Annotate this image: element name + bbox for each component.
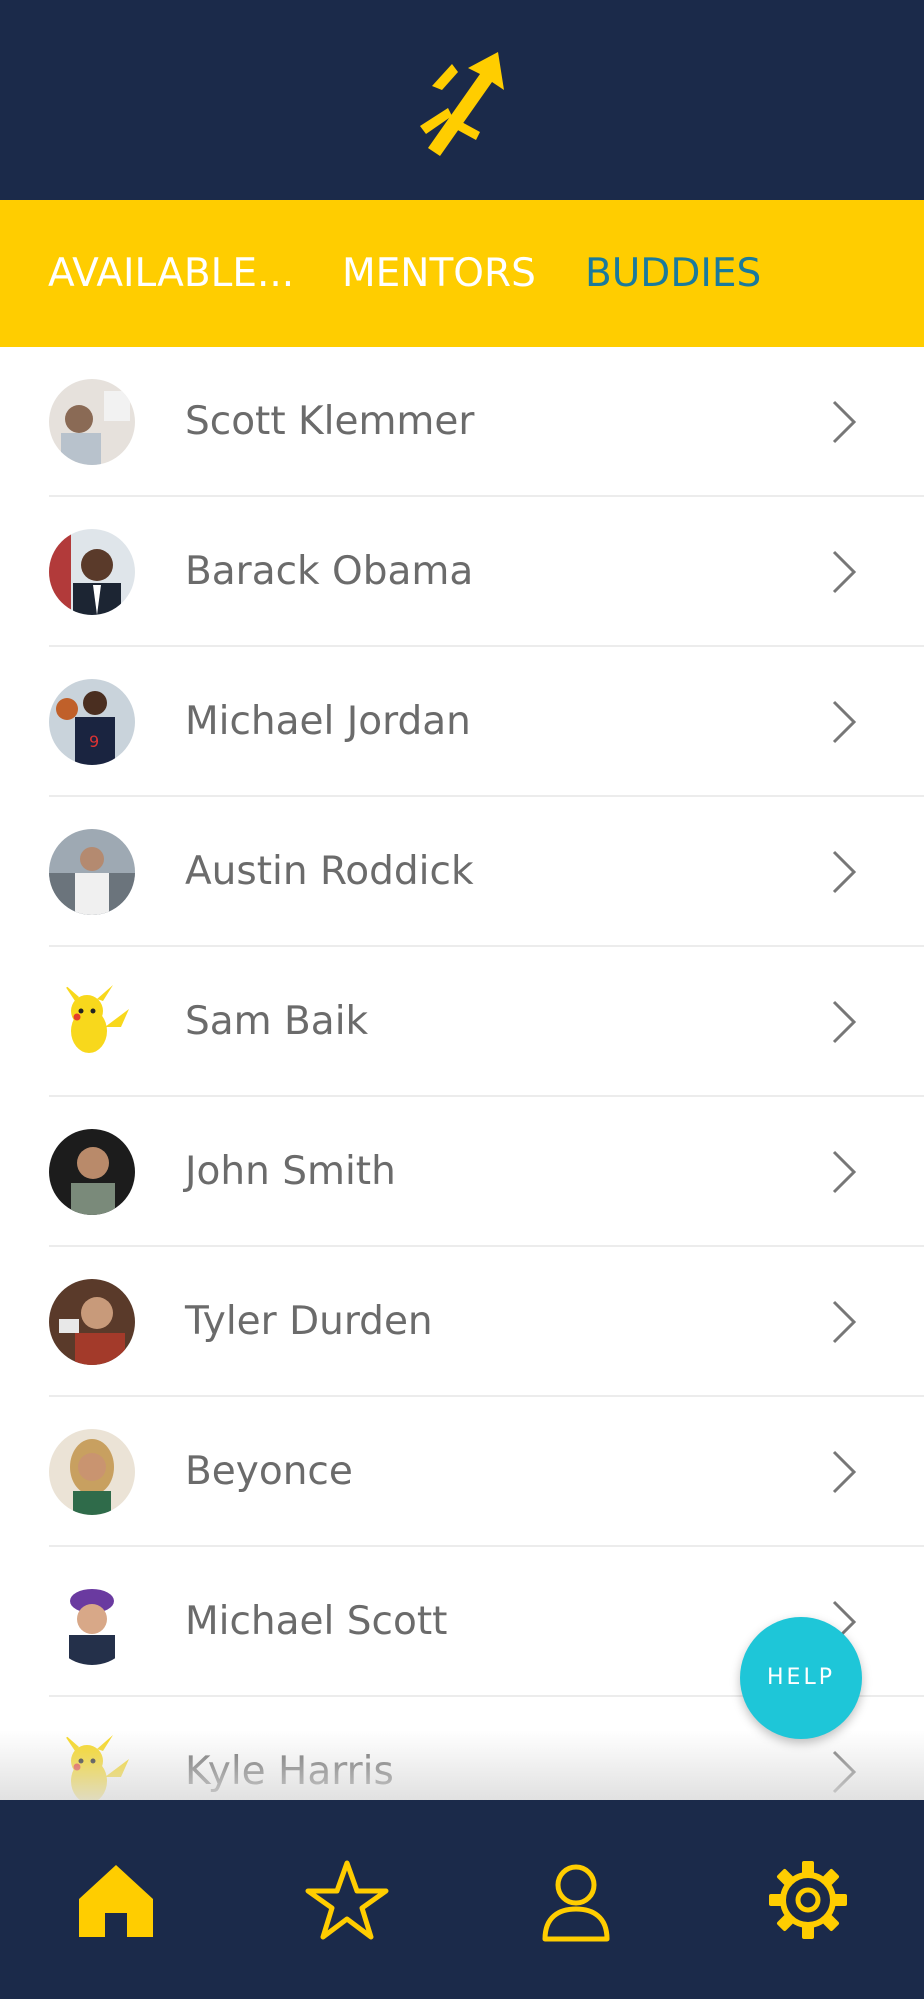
star-icon[interactable] [302, 1855, 392, 1945]
chevron-right-icon [832, 1450, 857, 1494]
tab-mentors[interactable]: MENTORS [342, 200, 536, 347]
avatar [49, 1729, 135, 1800]
tab-bar: AVAILABLE... MENTORS BUDDIES [0, 200, 924, 347]
avatar: 9 [49, 679, 135, 765]
list-item[interactable]: Tyler Durden [0, 1247, 924, 1397]
list-item[interactable]: John Smith [0, 1097, 924, 1247]
help-button[interactable]: HELP [740, 1617, 862, 1739]
avatar [49, 829, 135, 915]
contact-name: Beyonce [185, 1449, 353, 1494]
chevron-right-icon [832, 1150, 857, 1194]
chevron-right-icon [832, 1000, 857, 1044]
avatar [49, 1279, 135, 1365]
contact-name: Scott Klemmer [185, 399, 475, 444]
avatar [49, 1129, 135, 1215]
list-item[interactable]: Barack Obama [0, 497, 924, 647]
avatar [49, 1579, 135, 1665]
contact-name: Barack Obama [185, 549, 474, 594]
avatar [49, 1429, 135, 1515]
avatar [49, 529, 135, 615]
app-header [0, 0, 924, 200]
buddies-list: Scott Klemmer Barack Obama 9 Michael Jor… [0, 347, 924, 1800]
list-item[interactable]: Beyonce [0, 1397, 924, 1547]
list-item[interactable]: Scott Klemmer [0, 347, 924, 497]
chevron-right-icon [832, 850, 857, 894]
chevron-right-icon [832, 400, 857, 444]
chevron-right-icon [832, 700, 857, 744]
home-icon[interactable] [71, 1855, 161, 1945]
trident-logo-icon [420, 52, 504, 156]
bottom-nav [0, 1800, 924, 1999]
profile-icon[interactable] [531, 1855, 621, 1945]
chevron-right-icon [832, 1750, 857, 1794]
contact-name: Kyle Harris [185, 1749, 394, 1794]
chevron-right-icon [832, 1300, 857, 1344]
tab-buddies[interactable]: BUDDIES [585, 200, 761, 347]
contact-name: Tyler Durden [185, 1299, 433, 1344]
avatar [49, 979, 135, 1065]
chevron-right-icon [832, 550, 857, 594]
contact-name: Michael Scott [185, 1599, 448, 1644]
list-item[interactable]: Sam Baik [0, 947, 924, 1097]
contact-name: Sam Baik [185, 999, 369, 1044]
contact-name: Austin Roddick [185, 849, 474, 894]
contact-name: Michael Jordan [185, 699, 471, 744]
contact-name: John Smith [185, 1149, 396, 1194]
tab-available[interactable]: AVAILABLE... [48, 200, 294, 347]
gear-icon[interactable] [763, 1855, 853, 1945]
list-item[interactable]: Austin Roddick [0, 797, 924, 947]
list-item[interactable]: 9 Michael Jordan [0, 647, 924, 797]
svg-text:9: 9 [89, 732, 99, 751]
avatar [49, 379, 135, 465]
